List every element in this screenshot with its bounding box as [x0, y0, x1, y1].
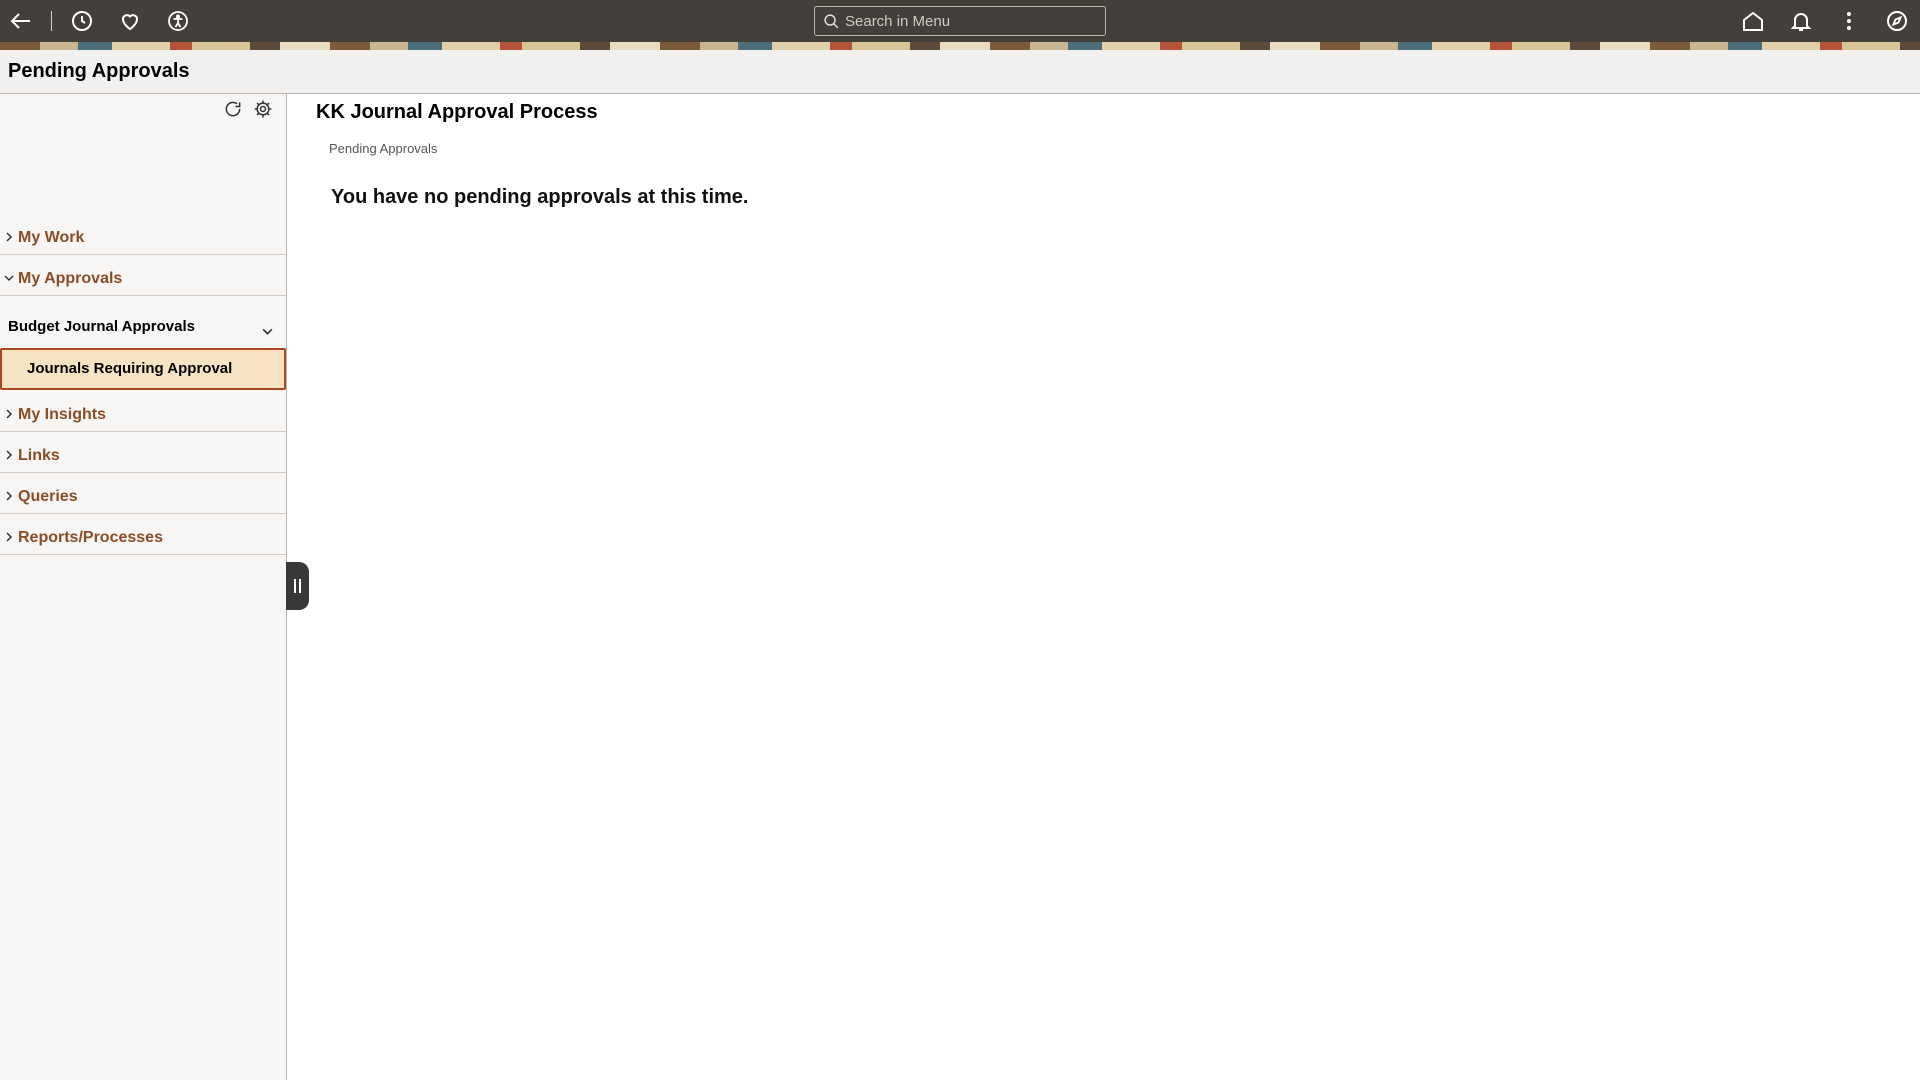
decorative-banner-pattern: [0, 42, 1920, 50]
sidebar-section-my-insights[interactable]: My Insights: [0, 391, 286, 432]
refresh-icon[interactable]: [222, 98, 244, 120]
panel-tools: [222, 98, 274, 120]
gear-icon[interactable]: [252, 98, 274, 120]
toolbar-separator: [51, 11, 52, 31]
accessibility-icon[interactable]: [166, 9, 190, 33]
chevron-down-icon: [4, 275, 14, 282]
search-icon: [824, 14, 839, 29]
chevron-down-icon: [262, 328, 273, 335]
budget-journal-approvals-group[interactable]: Budget Journal Approvals: [0, 308, 286, 348]
chevron-right-icon: [6, 532, 13, 542]
top-banner: [0, 0, 1920, 42]
page-title-bar: Pending Approvals: [0, 50, 1920, 94]
back-arrow-icon[interactable]: [9, 9, 33, 33]
page-title: Pending Approvals: [8, 60, 190, 82]
chevron-right-icon: [6, 450, 13, 460]
chevron-right-icon: [6, 409, 13, 419]
favorites-heart-icon[interactable]: [118, 9, 142, 33]
home-icon[interactable]: [1741, 9, 1765, 33]
panel-collapse-handle[interactable]: [286, 562, 309, 610]
group-label: Budget Journal Approvals: [8, 318, 195, 335]
section-label: Queries: [18, 488, 78, 505]
journals-requiring-approval-item[interactable]: Journals Requiring Approval: [0, 348, 286, 390]
item-label: Journals Requiring Approval: [27, 360, 233, 377]
left-navigation-panel: My Work My Approvals Budget Journal Appr…: [0, 94, 287, 1080]
section-label: My Approvals: [18, 270, 123, 287]
section-label: My Insights: [18, 406, 107, 423]
search-box[interactable]: [814, 6, 1106, 36]
content-title: KK Journal Approval Process: [316, 101, 598, 123]
section-label: Reports/Processes: [18, 529, 163, 546]
sidebar-section-reports-processes[interactable]: Reports/Processes: [0, 514, 286, 555]
history-clock-icon[interactable]: [70, 9, 94, 33]
actions-menu-icon[interactable]: [1837, 9, 1861, 33]
notifications-bell-icon[interactable]: [1789, 9, 1813, 33]
search-input[interactable]: [845, 12, 1095, 30]
chevron-right-icon: [6, 232, 13, 242]
sidebar-section-my-approvals[interactable]: My Approvals: [0, 255, 286, 296]
sidebar-section-links[interactable]: Links: [0, 432, 286, 473]
drag-handle-icon: [294, 579, 301, 593]
breadcrumb: Pending Approvals: [329, 141, 438, 156]
section-label: My Work: [18, 229, 85, 246]
chevron-right-icon: [6, 491, 13, 501]
sidebar-section-my-work[interactable]: My Work: [0, 214, 286, 255]
sidebar-section-queries[interactable]: Queries: [0, 473, 286, 514]
no-approvals-message: You have no pending approvals at this ti…: [331, 186, 749, 208]
section-label: Links: [18, 447, 60, 464]
navigator-compass-icon[interactable]: [1885, 9, 1909, 33]
